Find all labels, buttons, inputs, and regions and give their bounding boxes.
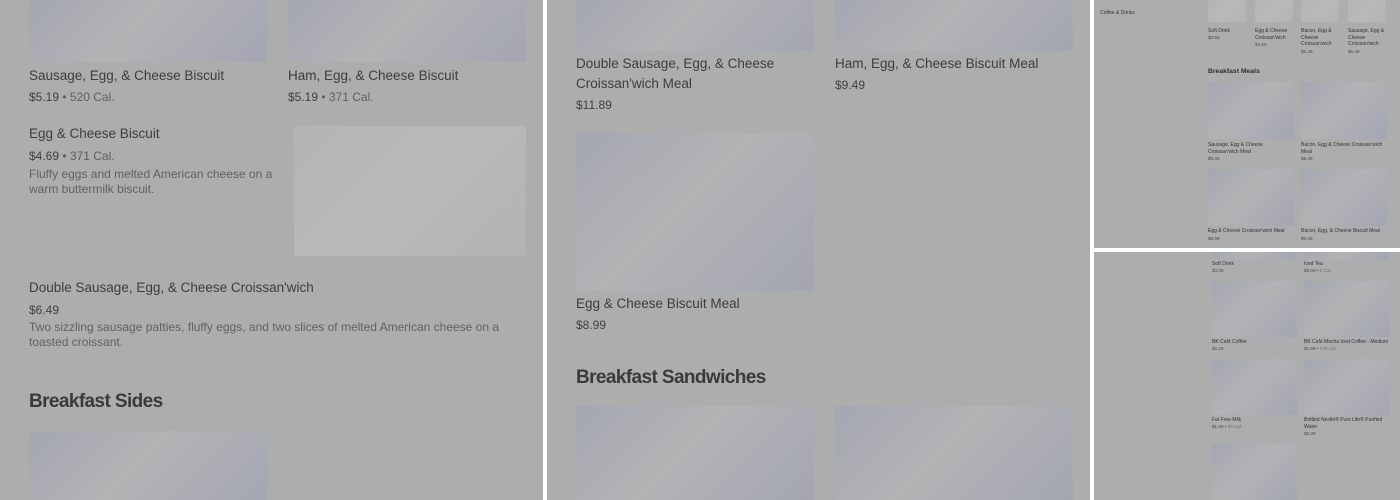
sidebar-item-coffee-drinks[interactable]: Coffee & Drinks <box>1100 10 1135 17</box>
item-price: $3.09 <box>1212 268 1224 273</box>
item-price: $8.99 <box>576 317 606 333</box>
item-price: $6.49 <box>29 302 59 318</box>
section-heading: Breakfast Sides <box>29 391 163 412</box>
item-name[interactable]: Sausage, Egg, & Cheese Biscuit <box>29 66 224 86</box>
item-price: $8.99 <box>1208 236 1220 241</box>
item-price: $5.19 • 371 Cal. <box>288 89 374 105</box>
item-image[interactable] <box>576 0 814 51</box>
item-image[interactable] <box>1208 169 1294 226</box>
item-price: $1.99 • 90 Cal. <box>1212 424 1242 430</box>
item-image[interactable] <box>1208 0 1246 22</box>
price: $1.99 <box>1212 424 1224 429</box>
item-price: $5.19 • 520 Cal. <box>29 89 115 105</box>
item-name[interactable]: Iced Tea <box>1304 261 1323 268</box>
item-price: $2.29 <box>1212 346 1224 351</box>
item-price: $4.69 <box>1255 42 1267 47</box>
item-name[interactable]: BK Café Mocha Iced Coffee - Medium <box>1304 339 1388 346</box>
item-price: $3.09 • 0 Cal. <box>1304 268 1332 274</box>
item-name[interactable]: Egg & Cheese Biscuit Meal <box>576 294 740 314</box>
item-name[interactable]: Double Sausage, Egg, & Cheese Croissan'w… <box>29 278 314 298</box>
item-name[interactable]: Soft Drink <box>1212 261 1234 268</box>
item-name[interactable]: Egg & Cheese Croissan'wich Meal <box>1208 228 1285 235</box>
item-name[interactable]: Egg & Cheese Biscuit <box>29 124 160 144</box>
item-image[interactable] <box>1255 0 1293 22</box>
item-description: Two sizzling sausage patties, fluffy egg… <box>29 320 500 349</box>
price: $11.89 <box>576 98 612 112</box>
item-price: $2.99 • 170 Cal. <box>1304 346 1337 352</box>
separator: • <box>59 149 70 163</box>
item-description: Fluffy eggs and melted American cheese o… <box>29 167 273 196</box>
item-image[interactable] <box>1304 252 1389 259</box>
item-image[interactable] <box>1301 169 1387 226</box>
item-name[interactable]: Egg & Cheese Croissan'wich <box>1255 28 1295 41</box>
item-image[interactable] <box>1212 252 1297 259</box>
menu-panel-2: Double Sausage, Egg, & Cheese Croissan'w… <box>547 0 1090 500</box>
item-image[interactable] <box>576 133 814 291</box>
price: $5.19 <box>288 90 319 104</box>
item-image[interactable] <box>294 126 526 256</box>
item-price: $4.69 • 371 Cal. <box>29 148 115 164</box>
item-name[interactable]: Ham, Egg, & Cheese Biscuit <box>288 66 458 86</box>
item-name[interactable]: Double Sausage, Egg, & Cheese Croissan'w… <box>576 54 796 94</box>
item-name[interactable]: Sausage, Egg & Cheese Croissan'wich Meal <box>1208 142 1294 155</box>
calories: 371 Cal. <box>69 149 115 163</box>
price: $8.99 <box>576 318 607 332</box>
calories: 520 Cal. <box>69 90 115 104</box>
item-name[interactable]: Bacon, Egg, & Cheese Biscuit Meal <box>1301 228 1380 235</box>
price: $4.69 <box>29 149 60 163</box>
item-image[interactable] <box>29 0 267 62</box>
price: $9.49 <box>835 78 866 92</box>
item-price: $11.89 <box>576 97 612 113</box>
item-price: $9.49 <box>1301 156 1313 161</box>
calories: 170 Cal. <box>1319 346 1337 351</box>
item-price: $9.49 <box>835 77 865 93</box>
menu-panel-1: Sausage, Egg, & Cheese Biscuit $5.19 • 5… <box>0 0 543 500</box>
item-name[interactable]: Soft Drink <box>1208 28 1250 35</box>
menu-panel-4: Soft Drink $3.09 Iced Tea $3.09 • 0 Cal.… <box>1094 252 1400 500</box>
item-price: $2.39 <box>1304 431 1316 436</box>
item-price: $9.49 <box>1208 156 1220 161</box>
item-name[interactable]: Sausage, Egg & Cheese Croissan'wich <box>1348 28 1388 48</box>
item-price: $5.49 <box>1301 49 1313 54</box>
price: $2.99 <box>1304 346 1316 351</box>
calories: 371 Cal. <box>328 90 374 104</box>
separator: • <box>59 90 70 104</box>
item-image[interactable] <box>1212 281 1297 337</box>
separator: • <box>318 90 329 104</box>
item-name[interactable]: Ham, Egg, & Cheese Biscuit Meal <box>835 54 1038 74</box>
price: $6.49 <box>29 303 60 317</box>
item-price: $9.49 <box>1301 236 1313 241</box>
item-image[interactable] <box>835 406 1073 500</box>
price: $3.09 <box>1304 268 1316 273</box>
item-price: $3.59 <box>1208 35 1220 40</box>
item-name[interactable]: Bottled Nestlé® Pure Life® Purified Wate… <box>1304 417 1390 430</box>
calories: 90 Cal. <box>1227 424 1243 429</box>
price: $5.19 <box>29 90 60 104</box>
item-name[interactable]: Fat Free Milk <box>1212 417 1241 424</box>
item-price: $5.49 <box>1348 49 1360 54</box>
item-image[interactable] <box>1212 444 1297 500</box>
item-image[interactable] <box>1208 82 1294 139</box>
item-image[interactable] <box>576 406 814 500</box>
menu-panel-3: Coffee & Drinks Soft Drink $3.59 Egg & C… <box>1094 0 1400 248</box>
calories: 0 Cal. <box>1319 268 1332 273</box>
item-image[interactable] <box>1301 82 1387 139</box>
item-image[interactable] <box>1212 359 1297 415</box>
item-name[interactable]: Bacon, Egg & Cheese Croissan'wich <box>1301 28 1341 48</box>
item-image[interactable] <box>1304 281 1389 337</box>
section-heading: Breakfast Sandwiches <box>576 367 766 388</box>
item-name[interactable]: BK Café Coffee <box>1212 339 1247 346</box>
item-name[interactable]: Bacon, Egg & Cheese Croissan'wich Meal <box>1301 142 1389 155</box>
item-image[interactable] <box>288 0 526 62</box>
section-heading: Breakfast Meals <box>1208 68 1260 75</box>
item-image[interactable] <box>29 431 267 500</box>
item-image[interactable] <box>1304 359 1389 415</box>
item-image[interactable] <box>1348 0 1386 22</box>
item-image[interactable] <box>1301 0 1339 22</box>
item-image[interactable] <box>835 0 1073 51</box>
